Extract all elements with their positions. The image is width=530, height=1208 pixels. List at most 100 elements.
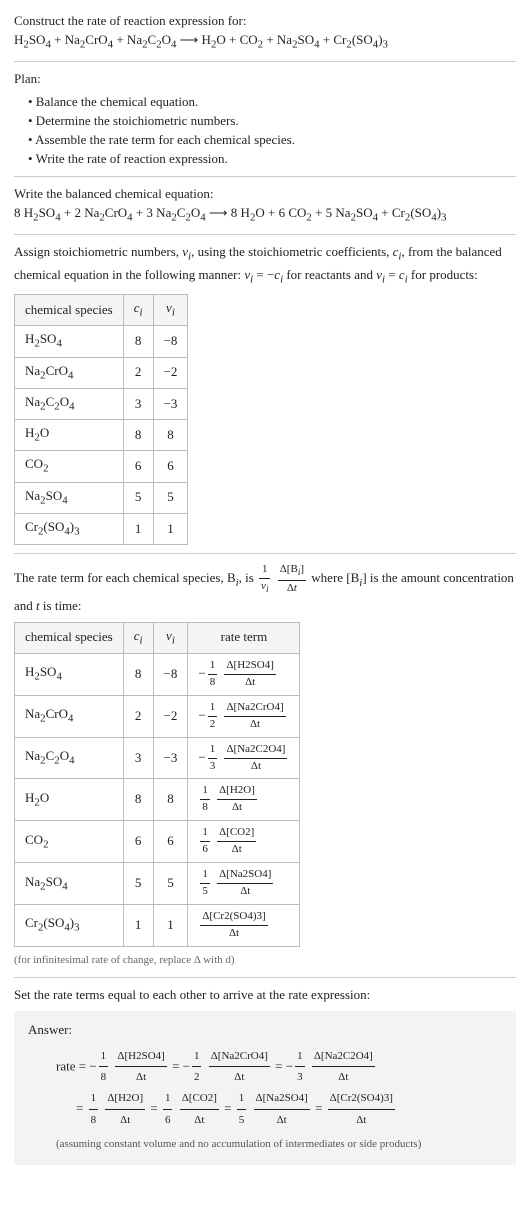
table-row: Na2CrO42−2−12 Δ[Na2CrO4]Δt: [15, 695, 300, 737]
cell-c: 5: [123, 863, 153, 905]
plan-item: • Balance the chemical equation.: [28, 93, 516, 112]
plan-item: • Determine the stoichiometric numbers.: [28, 112, 516, 131]
cell-c: 6: [123, 821, 153, 863]
table-row: Cr2(SO4)311: [15, 514, 188, 545]
cell-species: Cr2(SO4)3: [15, 905, 124, 947]
set-equal-text: Set the rate terms equal to each other t…: [14, 986, 516, 1005]
rateterm-table: chemical species ci νi rate term H2SO48−…: [14, 622, 300, 947]
balanced-block: Write the balanced chemical equation: 8 …: [14, 185, 516, 226]
cell-v: −3: [153, 737, 188, 779]
cell-c: 1: [123, 514, 153, 545]
cell-c: 3: [123, 737, 153, 779]
balanced-heading: Write the balanced chemical equation:: [14, 185, 516, 204]
answer-box: Answer: rate = −18 Δ[H2SO4]Δt = −12 Δ[Na…: [14, 1011, 516, 1165]
divider: [14, 234, 516, 235]
col-v: νi: [153, 622, 188, 653]
cell-rate: −12 Δ[Na2CrO4]Δt: [188, 695, 300, 737]
table-row: H2SO48−8−18 Δ[H2SO4]Δt: [15, 653, 300, 695]
cell-rate: −18 Δ[H2SO4]Δt: [188, 653, 300, 695]
cell-species: Na2C2O4: [15, 737, 124, 779]
cell-v: −8: [153, 653, 188, 695]
cell-c: 8: [123, 779, 153, 821]
plan-list: • Balance the chemical equation. • Deter…: [28, 93, 516, 168]
col-species: chemical species: [15, 295, 124, 326]
assign-text: Assign stoichiometric numbers, νi, using…: [14, 243, 516, 288]
cell-v: 1: [153, 905, 188, 947]
col-c: ci: [123, 622, 153, 653]
table-row: CO26616 Δ[CO2]Δt: [15, 821, 300, 863]
intro-block: Construct the rate of reaction expressio…: [14, 12, 516, 53]
cell-v: −2: [153, 357, 188, 388]
table-row: Na2SO45515 Δ[Na2SO4]Δt: [15, 863, 300, 905]
table-row: Cr2(SO4)311Δ[Cr2(SO4)3]Δt: [15, 905, 300, 947]
cell-rate: Δ[Cr2(SO4)3]Δt: [188, 905, 300, 947]
cell-v: −2: [153, 695, 188, 737]
cell-rate: 15 Δ[Na2SO4]Δt: [188, 863, 300, 905]
answer-label: Answer:: [28, 1021, 502, 1040]
infinitesimal-note: (for infinitesimal rate of change, repla…: [14, 953, 516, 969]
rateterm-intro: The rate term for each chemical species,…: [14, 562, 516, 615]
construct-text: Construct the rate of reaction expressio…: [14, 12, 516, 31]
cell-v: 6: [153, 451, 188, 482]
plan-block: Plan: • Balance the chemical equation. •…: [14, 70, 516, 168]
answer-assumption: (assuming constant volume and no accumul…: [56, 1137, 502, 1153]
cell-species: Na2CrO4: [15, 695, 124, 737]
plan-heading: Plan:: [14, 70, 516, 89]
cell-species: H2SO4: [15, 326, 124, 357]
cell-v: 8: [153, 420, 188, 451]
table-row: CO266: [15, 451, 188, 482]
cell-c: 8: [123, 420, 153, 451]
divider: [14, 553, 516, 554]
cell-v: 6: [153, 821, 188, 863]
cell-v: 1: [153, 514, 188, 545]
cell-v: 5: [153, 482, 188, 513]
table-row: Na2CrO42−2: [15, 357, 188, 388]
cell-species: Na2C2O4: [15, 388, 124, 419]
cell-rate: −13 Δ[Na2C2O4]Δt: [188, 737, 300, 779]
plan-item: • Assemble the rate term for each chemic…: [28, 131, 516, 150]
table-row: H2O88: [15, 420, 188, 451]
cell-v: −8: [153, 326, 188, 357]
table-row: Na2SO455: [15, 482, 188, 513]
stoich-table: chemical species ci νi H2SO48−8Na2CrO42−…: [14, 294, 188, 545]
cell-v: −3: [153, 388, 188, 419]
cell-species: Cr2(SO4)3: [15, 514, 124, 545]
col-c: ci: [123, 295, 153, 326]
cell-rate: 16 Δ[CO2]Δt: [188, 821, 300, 863]
col-v: νi: [153, 295, 188, 326]
cell-c: 2: [123, 357, 153, 388]
cell-species: Na2CrO4: [15, 357, 124, 388]
cell-species: Na2SO4: [15, 482, 124, 513]
cell-v: 5: [153, 863, 188, 905]
divider: [14, 61, 516, 62]
plan-item: • Write the rate of reaction expression.: [28, 150, 516, 169]
cell-c: 8: [123, 326, 153, 357]
balanced-equation: 8 H2SO4 + 2 Na2CrO4 + 3 Na2C2O4 ⟶ 8 H2O …: [14, 204, 516, 226]
cell-species: H2SO4: [15, 653, 124, 695]
answer-line2: = 18 Δ[H2O]Δt = 16 Δ[CO2]Δt = 15 Δ[Na2SO…: [76, 1088, 502, 1131]
cell-species: CO2: [15, 821, 124, 863]
cell-c: 2: [123, 695, 153, 737]
divider: [14, 176, 516, 177]
cell-c: 1: [123, 905, 153, 947]
table-header-row: chemical species ci νi: [15, 295, 188, 326]
divider: [14, 977, 516, 978]
unbalanced-equation: H2SO4 + Na2CrO4 + Na2C2O4 ⟶ H2O + CO2 + …: [14, 31, 516, 53]
cell-species: H2O: [15, 420, 124, 451]
cell-species: H2O: [15, 779, 124, 821]
cell-species: Na2SO4: [15, 863, 124, 905]
table-row: Na2C2O43−3−13 Δ[Na2C2O4]Δt: [15, 737, 300, 779]
cell-v: 8: [153, 779, 188, 821]
assign-block: Assign stoichiometric numbers, νi, using…: [14, 243, 516, 288]
table-row: H2SO48−8: [15, 326, 188, 357]
table-row: H2O8818 Δ[H2O]Δt: [15, 779, 300, 821]
table-row: Na2C2O43−3: [15, 388, 188, 419]
cell-species: CO2: [15, 451, 124, 482]
cell-c: 8: [123, 653, 153, 695]
cell-c: 5: [123, 482, 153, 513]
cell-rate: 18 Δ[H2O]Δt: [188, 779, 300, 821]
col-rate: rate term: [188, 622, 300, 653]
cell-c: 6: [123, 451, 153, 482]
table-header-row: chemical species ci νi rate term: [15, 622, 300, 653]
answer-line1: rate = −18 Δ[H2SO4]Δt = −12 Δ[Na2CrO4]Δt…: [56, 1046, 502, 1089]
